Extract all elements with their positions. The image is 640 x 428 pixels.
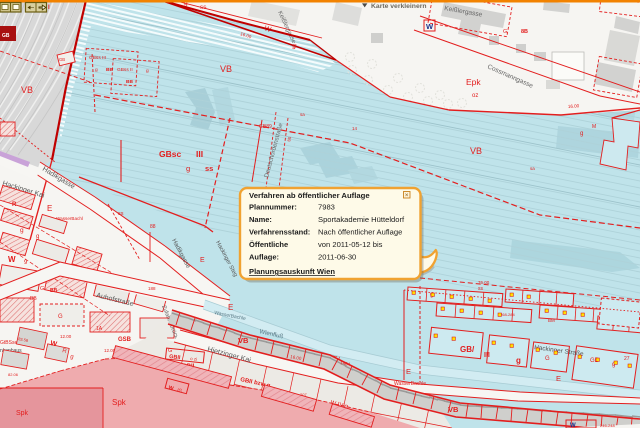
svg-text:BM: BM [548, 318, 555, 323]
svg-text:GB89: GB89 [259, 124, 272, 130]
svg-text:VB: VB [238, 336, 249, 345]
svg-text:Verfahren ab öffentlicher Aufl: Verfahren ab öffentlicher Auflage [249, 191, 370, 200]
svg-text:III: III [196, 149, 203, 159]
svg-text:ss: ss [478, 286, 484, 292]
svg-text:g: g [146, 69, 149, 74]
svg-text:ss: ss [118, 211, 124, 217]
svg-text:III: III [484, 352, 490, 359]
svg-text:g: g [580, 131, 583, 137]
svg-text:E: E [200, 257, 205, 264]
svg-text:G: G [503, 29, 507, 35]
svg-text:g: g [186, 164, 190, 173]
svg-text:Karte verkleinern: Karte verkleinern [371, 3, 427, 10]
svg-text:2011-06-30: 2011-06-30 [318, 253, 356, 262]
svg-text:BB: BB [106, 67, 113, 73]
svg-text:Spk: Spk [16, 410, 29, 417]
svg-text:ss: ss [205, 164, 213, 173]
svg-text:76.00: 76.00 [478, 280, 490, 285]
svg-text:E: E [556, 374, 561, 383]
svg-text:W: W [570, 423, 576, 428]
svg-text:ss: ss [200, 4, 207, 11]
svg-text:16.00: 16.00 [568, 103, 580, 109]
svg-text:GBII: GBII [169, 354, 181, 361]
svg-text:×: × [405, 192, 409, 199]
svg-text:BB: BB [126, 79, 133, 85]
svg-text:GB: GB [59, 57, 65, 62]
svg-text:W: W [426, 22, 434, 31]
svg-text:246-248: 246-248 [600, 423, 615, 428]
svg-text:8B: 8B [521, 29, 528, 35]
svg-text:g: g [516, 356, 521, 365]
svg-text:sa: sa [530, 166, 535, 171]
svg-text:VB: VB [448, 405, 459, 414]
svg-text:Plannummer:: Plannummer: [249, 203, 297, 212]
svg-text:Planungsauskunft Wien: Planungsauskunft Wien [249, 267, 335, 276]
svg-text:BB: BB [50, 288, 58, 294]
svg-text:R: R [12, 202, 17, 208]
svg-text:BB: BB [30, 296, 37, 302]
svg-text:von 2011-05-12 bis: von 2011-05-12 bis [318, 240, 383, 249]
svg-text:VB: VB [220, 64, 232, 74]
svg-text:82.06: 82.06 [8, 372, 19, 377]
svg-text:GBsc: GBsc [159, 149, 181, 159]
svg-text:GBss II: GBss II [117, 67, 133, 73]
svg-text:GtBSsel: GtBSsel [0, 340, 18, 346]
svg-text:VB: VB [470, 146, 482, 156]
svg-text:G: G [58, 314, 63, 320]
svg-text:Nach öffentlicher Auflage: Nach öffentlicher Auflage [318, 228, 402, 237]
svg-text:sa: sa [300, 112, 305, 117]
svg-text:WasserBachle: WasserBachle [394, 381, 426, 387]
svg-text:GB/: GB/ [460, 345, 475, 354]
svg-text:Verfahrensstand:: Verfahrensstand: [249, 228, 310, 237]
svg-text:Auflage:: Auflage: [249, 253, 279, 262]
svg-text:Spk: Spk [112, 398, 127, 407]
svg-text:88: 88 [150, 224, 156, 230]
svg-text:E: E [47, 204, 52, 213]
svg-text:GSB: GSB [118, 337, 132, 343]
svg-text:g: g [95, 68, 98, 73]
svg-text:o zi: o zi [190, 356, 197, 362]
svg-text:7983: 7983 [318, 203, 335, 212]
svg-text:27: 27 [624, 356, 630, 362]
svg-text:E: E [228, 303, 233, 312]
svg-text:M: M [592, 124, 596, 130]
svg-text:GB: GB [2, 33, 10, 39]
svg-text:G: G [545, 356, 550, 362]
svg-text:E: E [406, 367, 411, 376]
svg-text:Sportakademie Hütteldorf: Sportakademie Hütteldorf [318, 215, 405, 224]
svg-text:W: W [8, 255, 16, 264]
svg-text:GBss III: GBss III [89, 55, 106, 61]
svg-text:Öffentliche: Öffentliche [249, 240, 288, 249]
svg-text:oz: oz [472, 93, 478, 99]
svg-text:14: 14 [352, 126, 358, 131]
svg-text:G: G [40, 286, 44, 292]
svg-text:12.00: 12.00 [60, 334, 72, 339]
svg-text:g: g [36, 234, 39, 240]
svg-text:268-284: 268-284 [500, 312, 515, 317]
svg-text:Epk: Epk [466, 77, 481, 87]
svg-text:Name:: Name: [249, 215, 272, 224]
svg-text:1A: 1A [96, 326, 103, 332]
svg-text:VB: VB [21, 85, 33, 95]
svg-text:g: g [20, 227, 24, 234]
svg-text:188: 188 [148, 286, 156, 291]
